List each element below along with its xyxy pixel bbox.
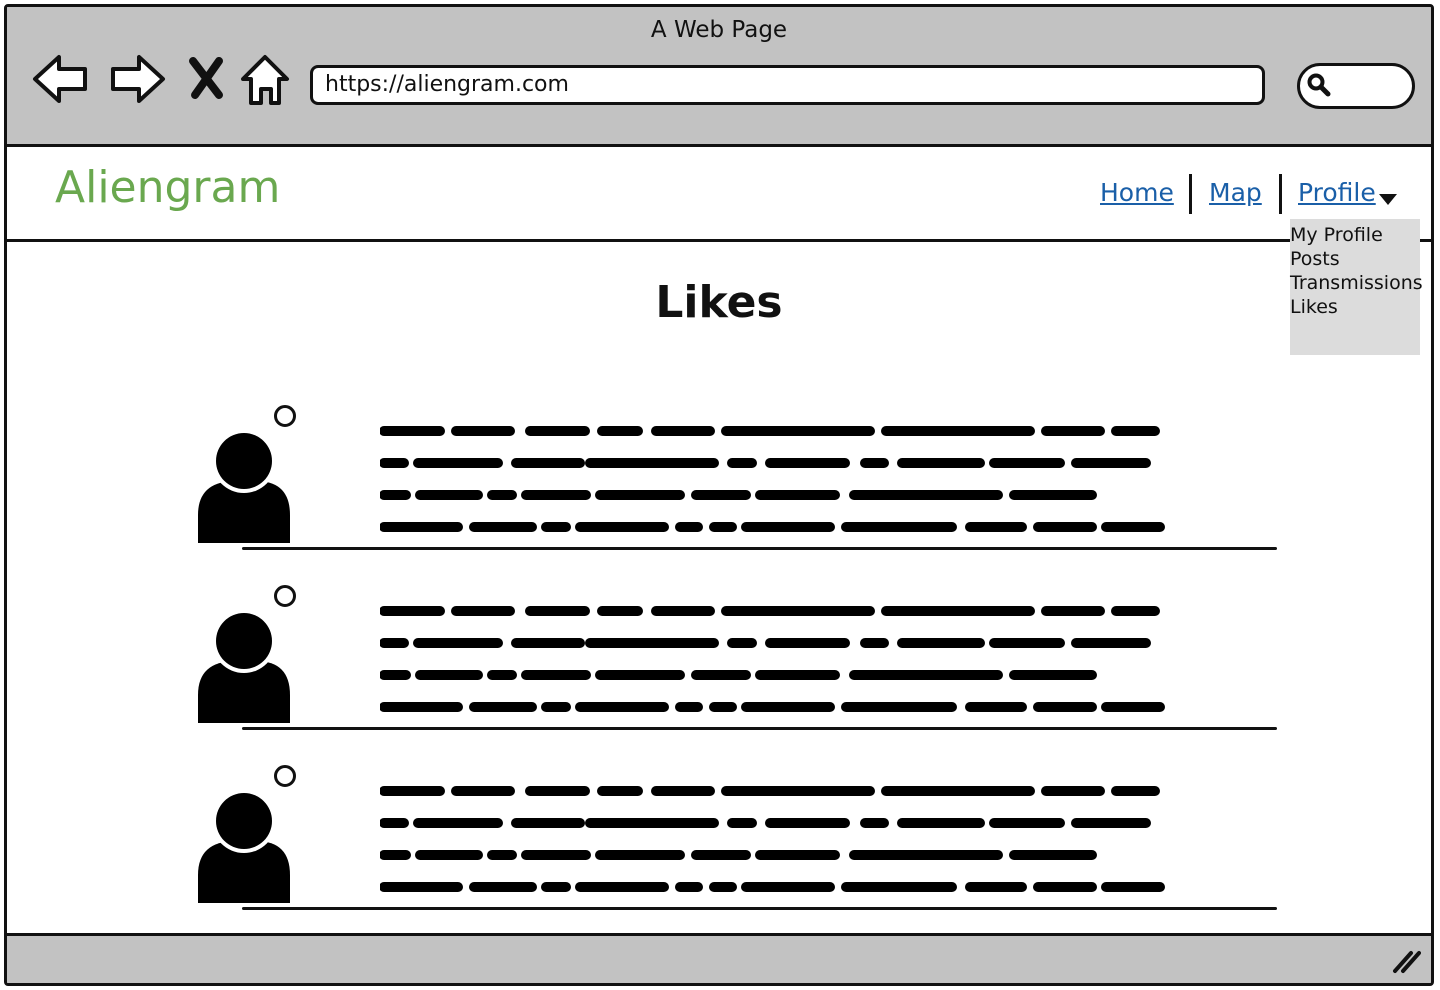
nav-separator: [1189, 174, 1192, 214]
back-arrow-icon[interactable]: [29, 47, 93, 111]
user-avatar-icon: [198, 789, 290, 903]
placeholder-text-scribble: [380, 606, 1165, 712]
home-icon[interactable]: [233, 47, 297, 111]
user-avatar-icon: [198, 429, 290, 543]
nav-link-profile[interactable]: Profile: [1298, 178, 1376, 207]
site-logo[interactable]: Aliengram: [55, 162, 280, 213]
close-x-icon[interactable]: [175, 47, 239, 111]
search-icon: [1307, 73, 1331, 97]
site-header: Aliengram Home Map Profile: [7, 150, 1431, 242]
chevron-down-icon[interactable]: [1379, 194, 1397, 205]
user-avatar-icon: [198, 609, 290, 723]
item-divider: [242, 547, 1277, 550]
status-indicator: [274, 405, 296, 427]
list-item[interactable]: [192, 585, 1277, 745]
list-item[interactable]: [192, 765, 1277, 925]
menu-item-posts[interactable]: Posts: [1290, 247, 1420, 271]
list-item[interactable]: [192, 405, 1277, 565]
placeholder-text-scribble: [380, 786, 1165, 892]
placeholder-text-scribble: [380, 426, 1165, 532]
menu-item-transmissions[interactable]: Transmissions: [1290, 271, 1423, 295]
item-divider: [242, 907, 1277, 910]
page-title: Likes: [655, 277, 783, 328]
address-bar[interactable]: https://aliengram.com: [310, 65, 1265, 105]
menu-item-my-profile[interactable]: My Profile: [1290, 223, 1420, 247]
status-indicator: [274, 765, 296, 787]
window-title: A Web Page: [650, 17, 788, 43]
item-divider: [242, 727, 1277, 730]
browser-status-bar: [7, 933, 1431, 983]
browser-toolbar: A Web Page https://aliengram.com: [7, 7, 1431, 147]
nav-separator: [1279, 174, 1282, 214]
nav-link-home[interactable]: Home: [1100, 178, 1174, 207]
resize-grip-icon[interactable]: [1391, 947, 1421, 975]
profile-dropdown-menu: My Profile Posts Transmissions Likes: [1290, 219, 1423, 355]
browser-search-field[interactable]: [1297, 63, 1415, 109]
menu-item-likes[interactable]: Likes: [1290, 295, 1420, 319]
browser-window: A Web Page https://aliengram.com Aliengr…: [4, 4, 1434, 986]
nav-link-map[interactable]: Map: [1209, 178, 1262, 207]
status-indicator: [274, 585, 296, 607]
forward-arrow-icon[interactable]: [105, 47, 169, 111]
